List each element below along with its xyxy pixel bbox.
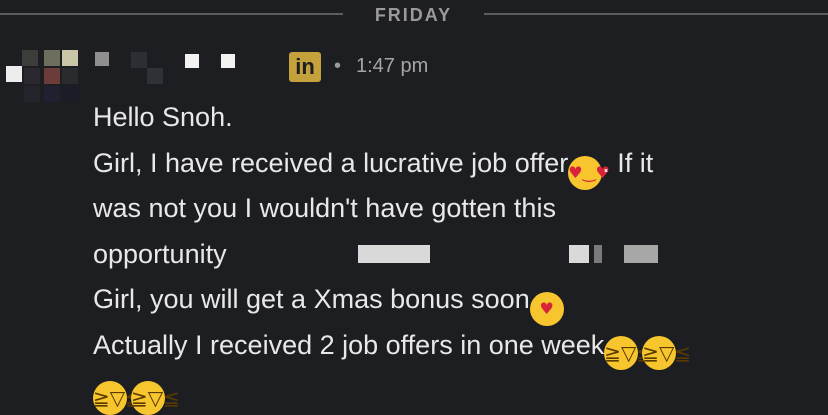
heart-eyes-emoji-icon: ♥‿♥ <box>568 155 610 190</box>
rolling-laughing-emoji-icon: ≧▽≦ <box>131 381 180 415</box>
separator-dot: • <box>334 55 342 77</box>
message-line: ≧▽≦≧▽≦ <box>93 368 813 415</box>
message-body: Hello Snoh. Girl, I have received a lucr… <box>93 95 813 415</box>
message-line: was not you I wouldn't have gotten this <box>93 193 556 223</box>
message-timestamp: 1:47 pm <box>356 55 429 77</box>
divider-line-left <box>0 13 343 15</box>
rolling-laughing-emoji-icon: ≧▽≦ <box>93 381 142 415</box>
day-label: FRIDAY <box>374 5 453 25</box>
linkedin-badge-icon: in <box>289 52 321 82</box>
divider-line-right <box>484 13 828 15</box>
avatar[interactable] <box>6 50 86 106</box>
redacted-text <box>358 232 658 278</box>
message-line: opportunity <box>93 232 813 278</box>
message-line: Actually I received 2 job offers in one … <box>93 323 813 370</box>
smiling-face-with-hearts-emoji-icon: ♥ <box>529 292 564 326</box>
message-line: Girl, you will get a Xmas bonus soon ♥ <box>93 277 813 326</box>
rolling-laughing-emoji-icon: ≧▽≦ <box>642 335 691 370</box>
message-line: Girl, I have received a lucrative job of… <box>93 141 813 190</box>
rolling-laughing-emoji-icon: ≧▽≦ <box>604 335 653 370</box>
sender-name-redacted[interactable] <box>95 52 245 84</box>
day-divider: FRIDAY <box>0 0 828 30</box>
message-line: Hello Snoh. <box>93 102 233 132</box>
